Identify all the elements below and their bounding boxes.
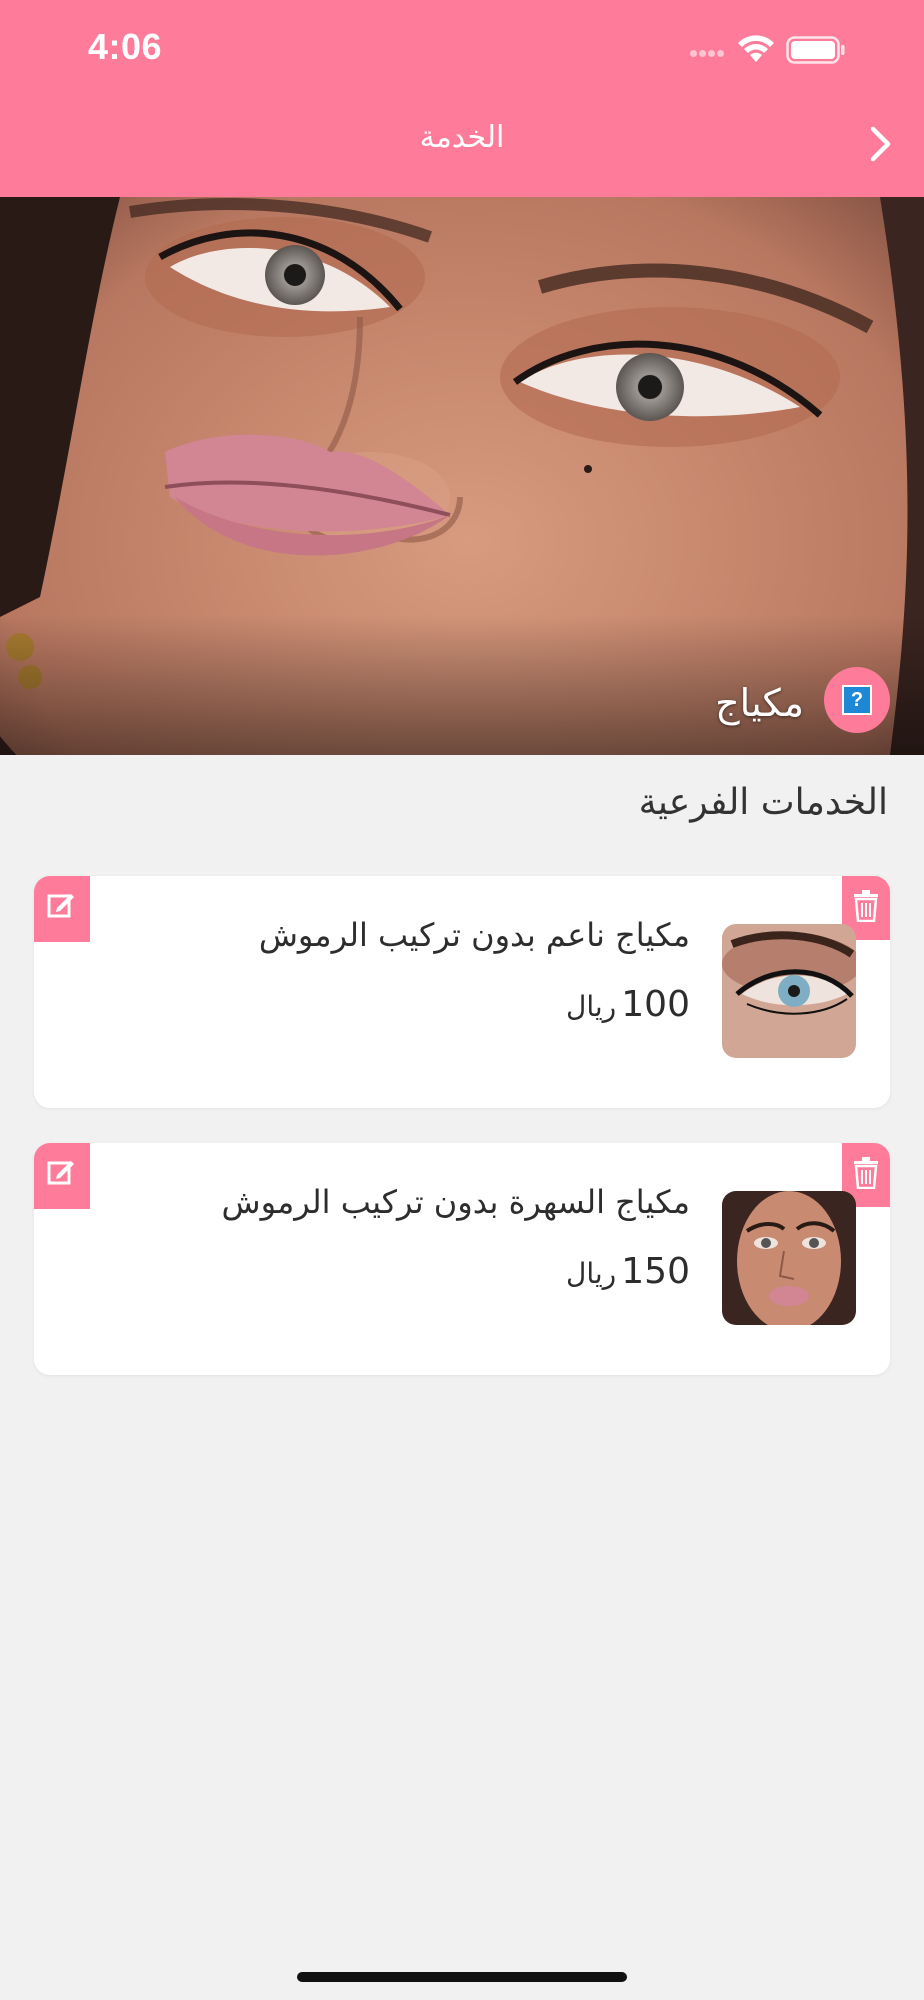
edit-button[interactable] — [34, 1143, 90, 1209]
chevron-right-icon — [870, 126, 891, 162]
service-name: مكياج السهرة بدون تركيب الرموش — [221, 1183, 690, 1221]
cellular-signal-icon — [690, 50, 734, 58]
service-thumbnail — [722, 924, 856, 1058]
service-category-label: مكياج — [715, 681, 804, 725]
home-indicator — [297, 1972, 627, 1982]
service-card[interactable]: مكياج السهرة بدون تركيب الرموش 150 ريال — [34, 1143, 890, 1375]
app-header: 4:06 الخدمة — [0, 0, 924, 197]
question-icon: ? — [842, 685, 872, 715]
price-amount: 150 — [621, 1251, 690, 1292]
edit-icon — [47, 1161, 74, 1185]
battery-icon — [786, 36, 845, 64]
wifi-icon — [738, 35, 774, 62]
page-title: الخدمة — [419, 120, 505, 155]
price-amount: 100 — [621, 984, 690, 1025]
hero-image — [0, 197, 924, 755]
back-button[interactable] — [868, 124, 894, 164]
edit-button[interactable] — [34, 876, 90, 942]
service-card[interactable]: مكياج ناعم بدون تركيب الرموش 100 ريال — [34, 876, 890, 1108]
price-currency: ريال — [565, 990, 617, 1023]
service-price: 150 ريال — [566, 1251, 690, 1292]
service-price: 100 ريال — [566, 984, 690, 1025]
category-badge: ? — [824, 667, 890, 733]
service-name: مكياج ناعم بدون تركيب الرموش — [258, 916, 690, 954]
status-icons — [690, 34, 910, 68]
trash-icon — [854, 890, 878, 922]
edit-icon — [47, 894, 74, 918]
service-thumbnail — [722, 1191, 856, 1325]
service-hero: مكياج ? — [0, 197, 924, 755]
price-currency: ريال — [565, 1257, 617, 1290]
status-time: 4:06 — [88, 26, 163, 67]
sub-services-title: الخدمات الفرعية — [638, 782, 888, 823]
trash-icon — [854, 1157, 878, 1189]
